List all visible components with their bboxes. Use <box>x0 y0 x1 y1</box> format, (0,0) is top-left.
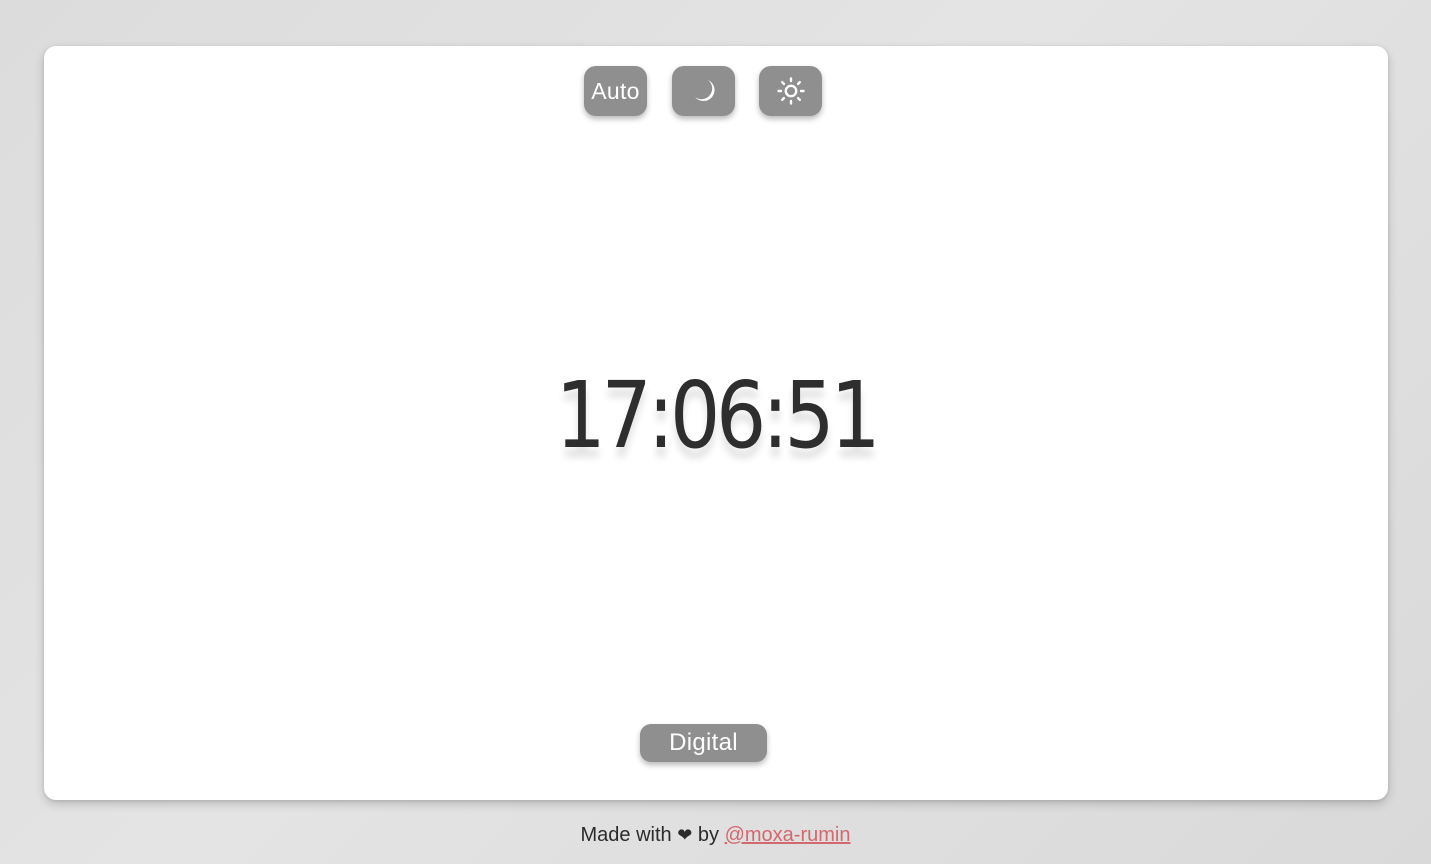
heart-icon: ❤ <box>677 825 693 845</box>
footer: Made with ❤ by @moxa-rumin <box>0 824 1431 847</box>
auto-theme-label: Auto <box>591 77 640 104</box>
auto-theme-button[interactable]: Auto <box>584 66 647 116</box>
clock-card: Auto 17:06:51 Digital <box>44 46 1388 800</box>
theme-toolbar: Auto <box>584 66 824 116</box>
dark-theme-button[interactable] <box>672 66 735 116</box>
footer-prefix: Made with <box>580 824 672 846</box>
footer-by: by <box>697 824 720 846</box>
moon-icon <box>689 76 719 106</box>
author-link[interactable]: @moxa-rumin <box>725 824 851 846</box>
digital-clock-time: 17:06:51 <box>555 362 881 469</box>
clock-mode-button[interactable]: Digital <box>640 724 767 762</box>
sun-icon <box>776 76 806 106</box>
light-theme-button[interactable] <box>759 66 822 116</box>
clock-mode-label: Digital <box>669 729 738 756</box>
